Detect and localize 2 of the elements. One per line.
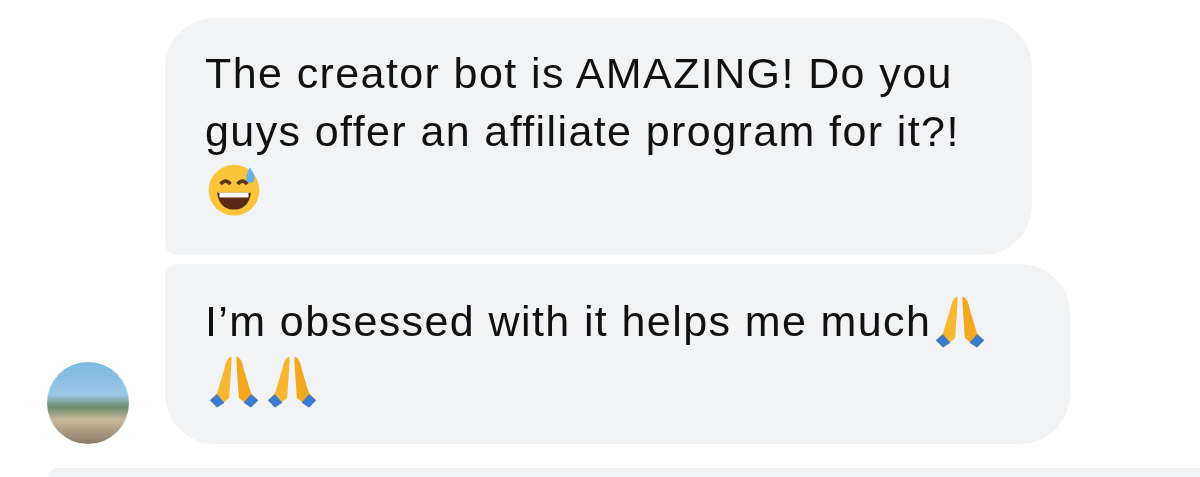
message-text: The creator bot is AMAZING! Do you guys offer an affiliate program for it?! <box>205 48 961 157</box>
message-text: I’m obsessed with it helps me much <box>205 296 932 347</box>
